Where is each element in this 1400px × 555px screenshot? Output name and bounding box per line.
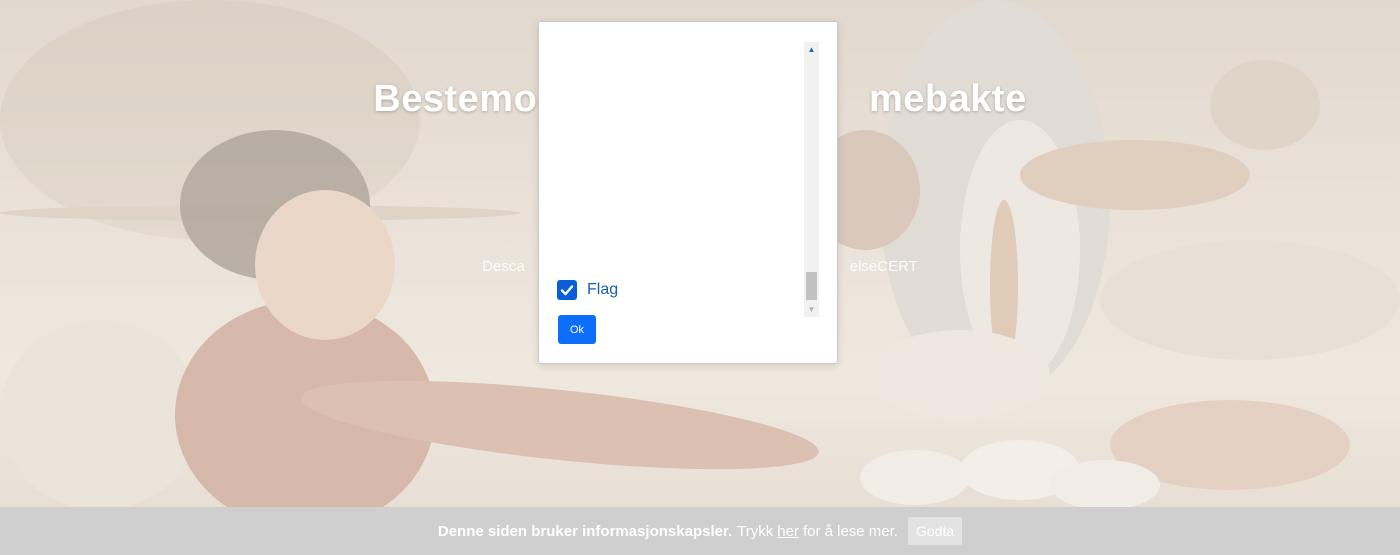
flag-checkbox[interactable] [557,280,577,300]
cookie-message-pre: Trykk [737,522,774,540]
cookie-consent-bar: Denne siden bruker informasjonskapsler. … [0,507,1400,555]
accept-cookies-button[interactable]: Godta [907,517,963,545]
flag-modal: Flag ▲ ▼ Ok [538,21,838,364]
scroll-up-arrow-icon[interactable]: ▲ [804,42,819,57]
flag-checkbox-label[interactable]: Flag [587,281,618,299]
ok-button[interactable]: Ok [558,315,596,344]
cookie-message-bold: Denne siden bruker informasjonskapsler. [437,522,733,540]
scrollbar-thumb[interactable] [806,272,817,300]
scroll-down-arrow-icon[interactable]: ▼ [804,302,819,317]
cookie-message-post: for å lese mer. [802,522,898,540]
modal-scrollbar[interactable]: ▲ ▼ [804,42,819,317]
modal-scroll-area[interactable]: Flag ▲ ▼ [557,42,819,317]
cookie-info-link[interactable]: her [777,523,799,540]
checkmark-icon [560,285,574,296]
flag-checkbox-row[interactable]: Flag [557,278,618,302]
